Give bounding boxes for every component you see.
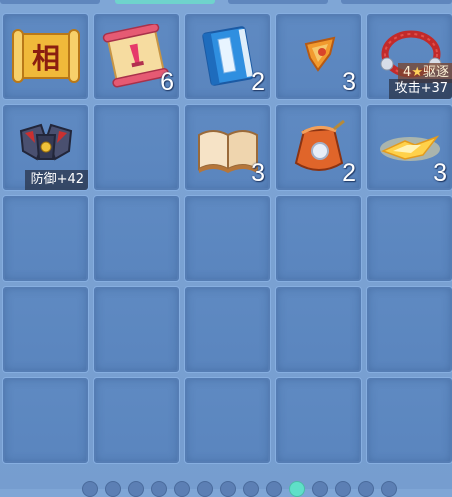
page-indicator: [0, 478, 452, 497]
page-dot[interactable]: [197, 481, 213, 497]
item-count: 3: [251, 159, 265, 187]
tab-3[interactable]: [228, 0, 328, 4]
page-dot[interactable]: [105, 481, 121, 497]
inventory-slot[interactable]: 相: [2, 13, 89, 100]
page-dot[interactable]: [174, 481, 190, 497]
item-count: 3: [433, 159, 447, 187]
item-count: 6: [160, 68, 174, 96]
inventory-slot-empty[interactable]: [275, 286, 362, 373]
inventory-slot[interactable]: 防御+42: [2, 104, 89, 191]
page-dot[interactable]: [289, 481, 305, 497]
seal-glyph: 相: [32, 42, 60, 75]
page-dot[interactable]: [151, 481, 167, 497]
item-count: 2: [251, 68, 265, 96]
inventory-slot-empty[interactable]: [275, 195, 362, 282]
inventory-slot-empty[interactable]: [2, 195, 89, 282]
inventory-slot[interactable]: 4★驱逐 攻击+37: [366, 13, 452, 100]
page-dot[interactable]: [381, 481, 397, 497]
item-stat: 防御+42: [24, 170, 88, 190]
tab-4[interactable]: [341, 0, 452, 4]
page-dot[interactable]: [335, 481, 351, 497]
inventory-slot-empty[interactable]: [366, 377, 452, 464]
inventory-slot[interactable]: 3: [366, 104, 452, 191]
item-stat: 攻击+37: [388, 79, 452, 99]
inventory-grid: 相 6 2 3 4★驱逐 攻击+37 防御+42 3 2 3: [2, 13, 452, 464]
inventory-slot-empty[interactable]: [366, 195, 452, 282]
inventory-slot-empty[interactable]: [2, 377, 89, 464]
page-dot[interactable]: [220, 481, 236, 497]
page-dot[interactable]: [128, 481, 144, 497]
inventory-slot-empty[interactable]: [2, 286, 89, 373]
inventory-slot-empty[interactable]: [366, 286, 452, 373]
inventory-slot-empty[interactable]: [275, 377, 362, 464]
inventory-slot-empty[interactable]: [93, 195, 180, 282]
inventory-slot-empty[interactable]: [184, 286, 271, 373]
page-dot[interactable]: [358, 481, 374, 497]
inventory-slot[interactable]: 3: [275, 13, 362, 100]
page-dot[interactable]: [266, 481, 282, 497]
badge-name: 驱逐: [422, 65, 449, 80]
inventory-slot-empty[interactable]: [93, 377, 180, 464]
tab-bar: [0, 0, 452, 6]
tab-1[interactable]: [0, 0, 100, 4]
inventory-slot[interactable]: 3: [184, 104, 271, 191]
inventory-slot[interactable]: 6: [93, 13, 180, 100]
tab-2[interactable]: [115, 0, 215, 4]
inventory-slot-empty[interactable]: [93, 286, 180, 373]
inventory-slot-empty[interactable]: [93, 104, 180, 191]
item-count: 2: [342, 159, 356, 187]
item-count: 3: [342, 68, 356, 96]
inventory-slot[interactable]: 2: [184, 13, 271, 100]
inventory-slot-empty[interactable]: [184, 195, 271, 282]
page-dot[interactable]: [312, 481, 328, 497]
page-dot[interactable]: [243, 481, 259, 497]
inventory-slot-empty[interactable]: [184, 377, 271, 464]
page-dot[interactable]: [82, 481, 98, 497]
seal-scroll-icon: 相: [12, 29, 80, 83]
inventory-slot[interactable]: 2: [275, 104, 362, 191]
star-icon: ★: [411, 65, 423, 80]
